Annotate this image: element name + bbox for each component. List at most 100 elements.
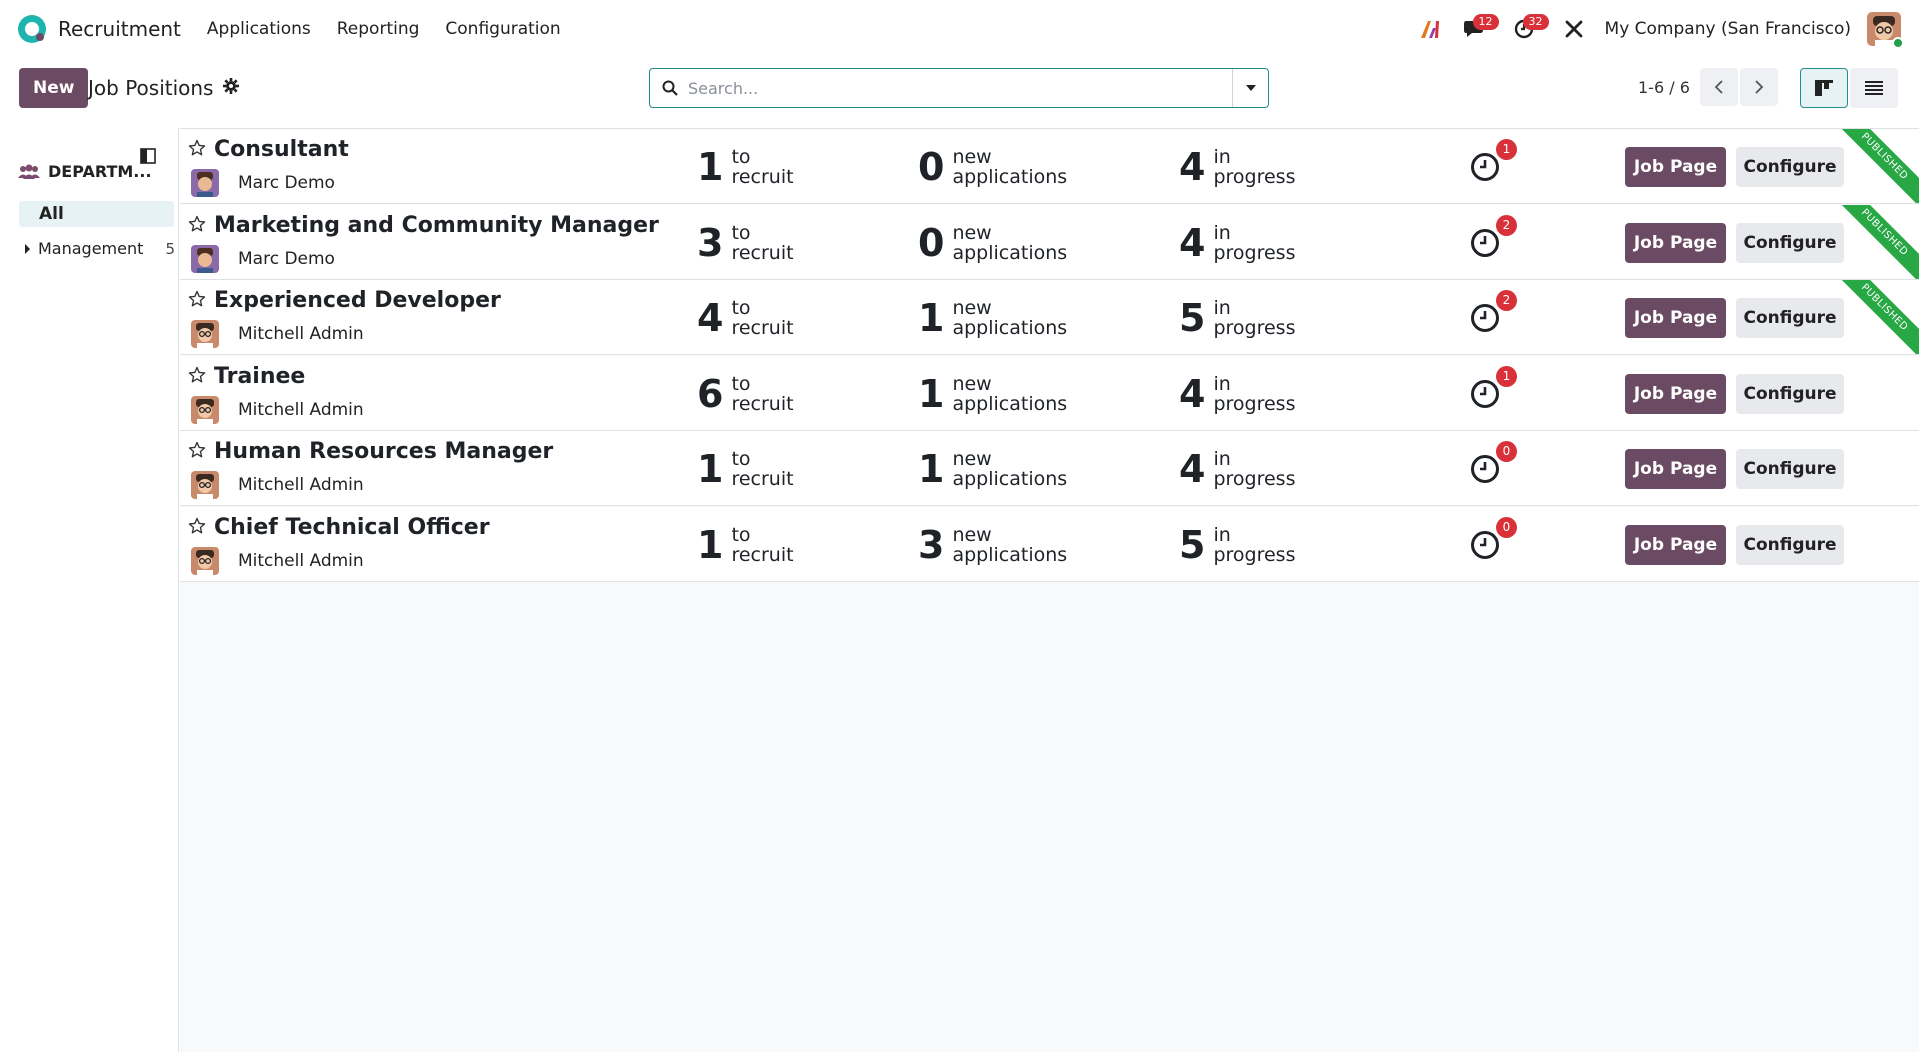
in-progress-stat[interactable]: 5 in progress: [1179, 298, 1295, 338]
search-bar: [649, 68, 1269, 108]
job-title[interactable]: Trainee: [214, 364, 305, 389]
job-card[interactable]: Experienced Developer Mitchell Admin 4 t…: [180, 280, 1919, 355]
to-recruit-stat[interactable]: 3 to recruit: [697, 223, 794, 263]
new-applications-stat[interactable]: 0 new applications: [918, 147, 1067, 187]
published-ribbon: PUBLISHED: [1830, 129, 1919, 203]
to-recruit-stat[interactable]: 4 to recruit: [697, 298, 794, 338]
sidebar-item-management[interactable]: Management 5: [25, 239, 175, 258]
to-recruit-stat[interactable]: 6 to recruit: [697, 374, 794, 414]
search-options-toggle[interactable]: [1232, 69, 1268, 107]
activity-count-badge: 2: [1496, 290, 1517, 311]
activity-clock-icon[interactable]: [1470, 530, 1500, 560]
in-progress-label: in progress: [1213, 297, 1296, 339]
configure-button[interactable]: Configure: [1736, 373, 1844, 414]
in-progress-label: in progress: [1213, 523, 1296, 566]
in-progress-label: in progress: [1213, 448, 1296, 490]
manager-name: Mitchell Admin: [238, 399, 364, 420]
activity-clock-icon[interactable]: [1470, 303, 1500, 333]
sidebar-toggle-icon[interactable]: [140, 148, 156, 164]
activity-count-badge: 0: [1496, 516, 1517, 538]
to-recruit-stat[interactable]: 1 to recruit: [697, 147, 794, 187]
new-applications-stat[interactable]: 3 new applications: [918, 525, 1067, 565]
new-applications-stat[interactable]: 1 new applications: [918, 449, 1067, 489]
job-title[interactable]: Experienced Developer: [214, 288, 501, 313]
job-title[interactable]: Marketing and Community Manager: [214, 213, 659, 238]
favorite-star-icon[interactable]: [188, 290, 206, 308]
in-progress-stat[interactable]: 4 in progress: [1179, 374, 1295, 414]
pager-next-button[interactable]: [1740, 68, 1778, 106]
list-view-button[interactable]: [1850, 68, 1898, 108]
job-card[interactable]: Marketing and Community Manager Marc Dem…: [180, 204, 1919, 280]
activity-clock-icon[interactable]: [1470, 152, 1500, 182]
job-page-button[interactable]: Job Page: [1625, 524, 1726, 565]
app-name[interactable]: Recruitment: [58, 17, 181, 41]
new-applications-stat[interactable]: 1 new applications: [918, 374, 1067, 414]
favorite-star-icon[interactable]: [188, 441, 206, 459]
caret-down-icon: [1245, 85, 1256, 91]
pager-value[interactable]: 1-6 / 6: [1638, 78, 1690, 97]
manager-avatar: [191, 244, 219, 273]
new-applications-count: 1: [918, 296, 945, 340]
configure-button[interactable]: Configure: [1736, 298, 1844, 338]
configure-button[interactable]: Configure: [1736, 449, 1844, 489]
favorite-star-icon[interactable]: [188, 215, 206, 233]
configure-button[interactable]: Configure: [1736, 147, 1844, 187]
favorite-star-icon[interactable]: [188, 366, 206, 384]
activity-clock-icon[interactable]: [1470, 454, 1500, 484]
manager-avatar: [191, 169, 219, 197]
job-page-button[interactable]: Job Page: [1625, 222, 1726, 263]
favorite-star-icon[interactable]: [188, 139, 206, 157]
activities-button[interactable]: 32: [1507, 12, 1549, 46]
job-page-button[interactable]: Job Page: [1625, 298, 1726, 338]
job-page-button[interactable]: Job Page: [1625, 449, 1726, 489]
in-progress-stat[interactable]: 5 in progress: [1179, 525, 1295, 565]
to-recruit-label: to recruit: [731, 221, 794, 264]
job-card[interactable]: Human Resources Manager Mitchell Admin 1…: [180, 431, 1919, 506]
messages-button[interactable]: 12: [1457, 12, 1499, 46]
new-applications-stat[interactable]: 0 new applications: [918, 223, 1067, 263]
page-title: Job Positions: [88, 76, 214, 100]
to-recruit-label: to recruit: [731, 523, 794, 566]
menu-reporting[interactable]: Reporting: [337, 19, 420, 39]
job-card[interactable]: Trainee Mitchell Admin 6 to recruit 1 new…: [180, 355, 1919, 431]
sidebar-item-all[interactable]: All: [19, 201, 174, 227]
menu-applications[interactable]: Applications: [207, 19, 311, 39]
in-progress-stat[interactable]: 4 in progress: [1179, 223, 1295, 263]
configure-button[interactable]: Configure: [1736, 222, 1844, 263]
sidebar-heading: DEPARTM...: [18, 162, 152, 181]
ai-icon[interactable]: [1413, 12, 1447, 46]
activity-clock-icon[interactable]: [1470, 379, 1500, 409]
company-switcher[interactable]: My Company (San Francisco): [1605, 19, 1851, 39]
tools-icon[interactable]: [1557, 12, 1591, 46]
in-progress-count: 4: [1179, 447, 1206, 491]
job-card[interactable]: Consultant Marc Demo 1 to recruit 0 new ap…: [180, 129, 1919, 204]
job-title[interactable]: Human Resources Manager: [214, 439, 553, 464]
configure-button[interactable]: Configure: [1736, 524, 1844, 565]
control-panel: New Job Positions 1-6 / 6: [0, 58, 1919, 128]
pager-previous-button[interactable]: [1700, 68, 1738, 106]
favorite-star-icon[interactable]: [188, 517, 206, 535]
to-recruit-stat[interactable]: 1 to recruit: [697, 449, 794, 489]
in-progress-stat[interactable]: 4 in progress: [1179, 449, 1295, 489]
activity-clock-icon[interactable]: [1470, 228, 1500, 258]
menu-configuration[interactable]: Configuration: [445, 19, 560, 39]
caret-right-icon[interactable]: [25, 243, 30, 254]
new-button[interactable]: New: [19, 68, 89, 108]
user-avatar[interactable]: [1867, 12, 1904, 49]
job-card[interactable]: Chief Technical Officer Mitchell Admin 1…: [180, 506, 1919, 582]
in-progress-stat[interactable]: 4 in progress: [1179, 147, 1295, 187]
recruitment-app-icon[interactable]: [18, 15, 46, 43]
online-status-dot: [1892, 37, 1904, 49]
job-page-button[interactable]: Job Page: [1625, 373, 1726, 414]
job-title[interactable]: Consultant: [214, 137, 349, 162]
job-page-button[interactable]: Job Page: [1625, 147, 1726, 187]
to-recruit-stat[interactable]: 1 to recruit: [697, 525, 794, 565]
search-input[interactable]: [688, 78, 1232, 98]
chevron-right-icon: [1755, 80, 1764, 94]
users-icon: [18, 164, 40, 179]
new-applications-stat[interactable]: 1 new applications: [918, 298, 1067, 338]
manager-avatar: [191, 320, 219, 348]
gear-icon[interactable]: [223, 78, 239, 94]
kanban-view-button[interactable]: [1800, 68, 1848, 108]
job-title[interactable]: Chief Technical Officer: [214, 515, 490, 540]
